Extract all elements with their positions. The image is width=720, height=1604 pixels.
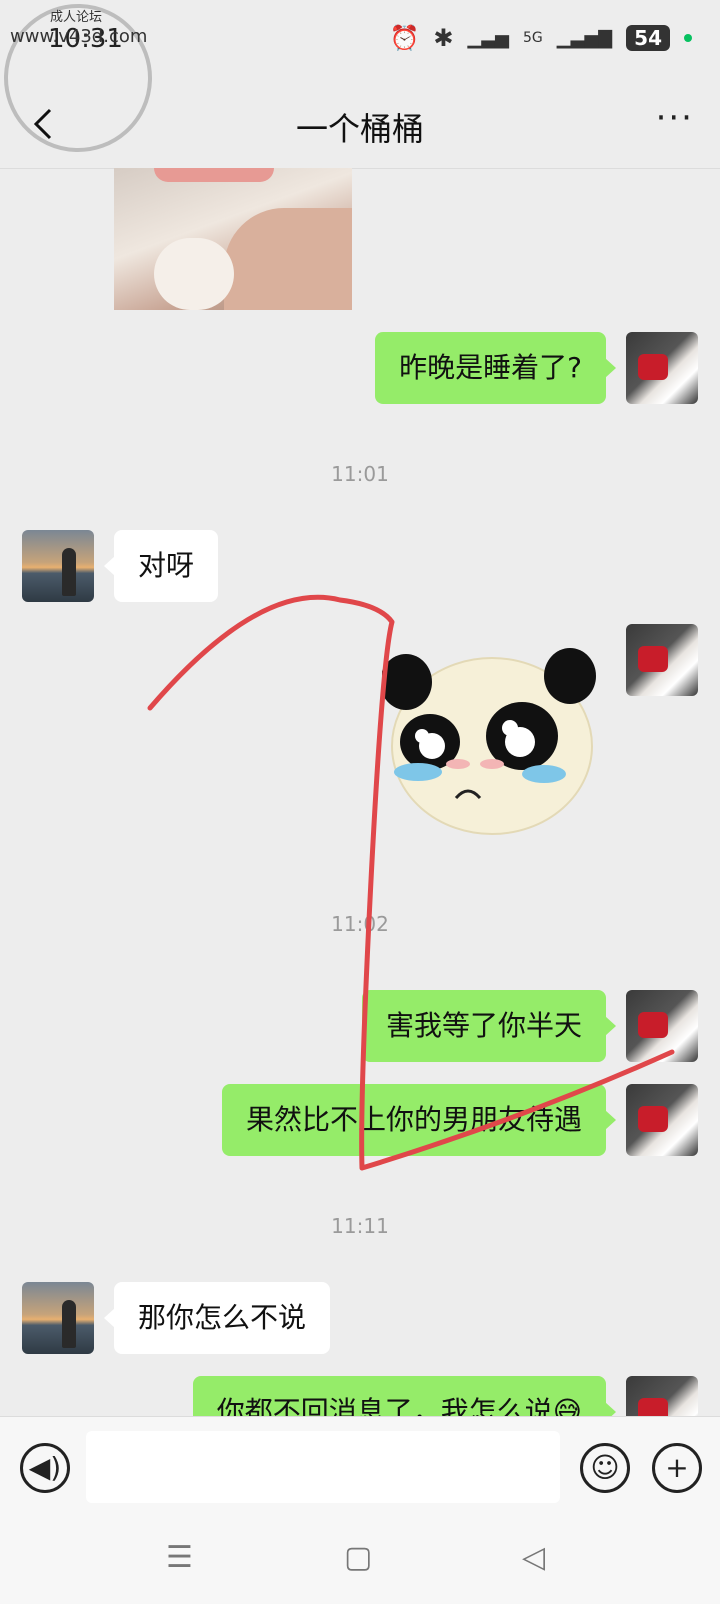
system-nav-bar: ☰ ▢ ◁ <box>0 1522 720 1604</box>
menu-icon[interactable]: ☰ <box>166 1540 193 1575</box>
home-icon[interactable]: ▢ <box>344 1540 372 1575</box>
message-composer: ◀) ☺ + <box>0 1416 720 1523</box>
message-input[interactable] <box>86 1431 560 1503</box>
red-annotation-scribble <box>147 594 675 1171</box>
voice-icon[interactable]: ◀) <box>20 1443 70 1493</box>
back-triangle-icon[interactable]: ◁ <box>522 1540 545 1575</box>
emoji-icon[interactable]: ☺ <box>580 1443 630 1493</box>
plus-icon[interactable]: + <box>652 1443 702 1493</box>
